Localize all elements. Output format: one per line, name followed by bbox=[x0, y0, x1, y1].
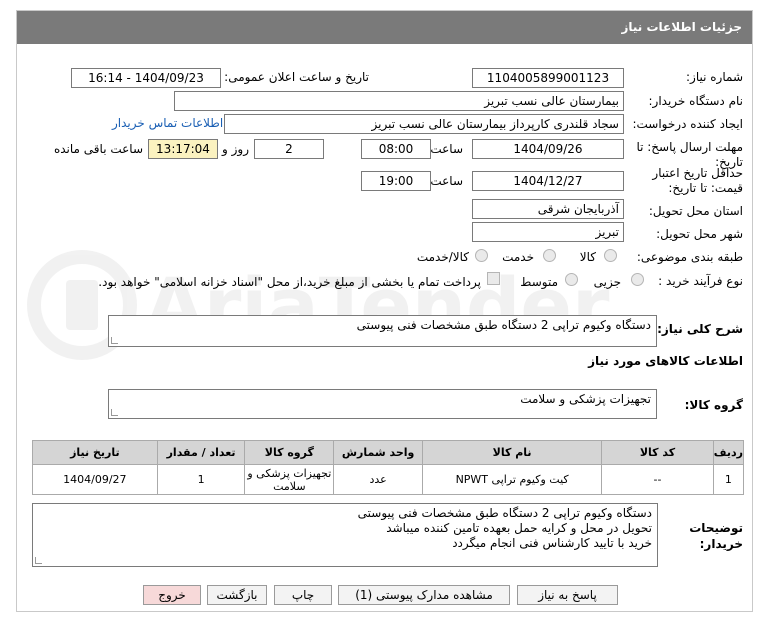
payment-note: پرداخت تمام یا بخشی از مبلغ خرید،از محل … bbox=[98, 275, 481, 289]
resize-handle[interactable] bbox=[111, 409, 118, 416]
col-header-code: کد کالا bbox=[601, 440, 714, 465]
process-option-medium: متوسط bbox=[520, 275, 558, 289]
validity-date-field: 1404/12/27 bbox=[472, 171, 624, 191]
description-textarea[interactable]: دستگاه وکیوم تراپی 2 دستگاه طبق مشخصات ف… bbox=[108, 315, 657, 347]
print-button[interactable]: چاپ bbox=[274, 585, 332, 605]
description-label: شرح کلی نیاز: bbox=[657, 322, 743, 336]
goods-group-text: تجهیزات پزشکی و سلامت bbox=[520, 392, 651, 406]
category-option-goods-service: کالا/خدمت bbox=[416, 250, 469, 264]
announce-label: تاریخ و ساعت اعلان عمومی: bbox=[224, 70, 369, 84]
buyer-notes-line: تحویل در محل و کرایه حمل بعهده تامین کنن… bbox=[386, 521, 652, 535]
buyer-org-label: نام دستگاه خریدار: bbox=[648, 94, 744, 108]
col-header-row: ردیف bbox=[712, 440, 745, 465]
validity-time-label: ساعت bbox=[430, 174, 463, 188]
goods-table: ردیف کد کالا نام کالا واحد شمارش گروه کا… bbox=[32, 440, 745, 495]
buyer-notes-line: دستگاه وکیوم تراپی 2 دستگاه طبق مشخصات ف… bbox=[357, 506, 652, 520]
need-number-field: 1104005899001123 bbox=[472, 68, 624, 88]
province-label: استان محل تحویل: bbox=[648, 204, 743, 218]
city-label: شهر محل تحویل: bbox=[656, 227, 743, 241]
cell-row: 1 bbox=[712, 464, 745, 495]
province-field: آذربایجان شرقی bbox=[472, 199, 624, 219]
cell-date: 1404/09/27 bbox=[32, 464, 158, 495]
category-radio-goods[interactable] bbox=[604, 249, 617, 262]
goods-group-textarea[interactable]: تجهیزات پزشکی و سلامت bbox=[108, 389, 657, 419]
reply-button[interactable]: پاسخ به نیاز bbox=[517, 585, 618, 605]
category-radio-goods-service[interactable] bbox=[475, 249, 488, 262]
category-option-service: خدمت bbox=[502, 250, 534, 264]
validity-label: حداقل تاریخ اعتبار قیمت: تا تاریخ: bbox=[652, 166, 743, 195]
buyer-notes-label: توضیحات خریدار: bbox=[689, 521, 743, 551]
announce-field: 1404/09/23 - 16:14 bbox=[71, 68, 221, 88]
deadline-time-field: 08:00 bbox=[361, 139, 431, 159]
requester-label: ایجاد کننده درخواست: bbox=[632, 117, 743, 131]
table-row: 1 -- کیت وکیوم تراپی NPWT عدد تجهیزات پز… bbox=[32, 464, 745, 495]
days-field: 2 bbox=[254, 139, 324, 159]
process-label: نوع فرآیند خرید : bbox=[658, 274, 743, 288]
back-button[interactable]: بازگشت bbox=[207, 585, 267, 605]
category-radio-service[interactable] bbox=[543, 249, 556, 262]
deadline-date-field: 1404/09/26 bbox=[472, 139, 624, 159]
cell-name: کیت وکیوم تراپی NPWT bbox=[421, 464, 603, 495]
page-title: جزئیات اطلاعات نیاز bbox=[17, 11, 752, 44]
exit-button[interactable]: خروج bbox=[143, 585, 201, 605]
process-option-minor: جزیی bbox=[593, 275, 621, 289]
cell-qty: 1 bbox=[156, 464, 246, 495]
col-header-unit: واحد شمارش bbox=[333, 440, 423, 465]
city-field: تبریز bbox=[472, 222, 624, 242]
buyer-notes-textarea[interactable]: دستگاه وکیوم تراپی 2 دستگاه طبق مشخصات ف… bbox=[32, 503, 658, 567]
process-radio-medium[interactable] bbox=[565, 273, 578, 286]
deadline-time-label: ساعت bbox=[430, 142, 463, 156]
col-header-date: تاریخ نیاز bbox=[32, 440, 158, 465]
goods-group-label: گروه کالا: bbox=[684, 398, 743, 412]
attachments-button[interactable]: مشاهده مدارک پیوستی (1) bbox=[338, 585, 510, 605]
days-label: روز و bbox=[222, 142, 249, 156]
cell-code: -- bbox=[601, 464, 714, 495]
col-header-group: گروه کالا bbox=[244, 440, 335, 465]
buyer-org-field: بیمارستان عالی نسب تبریز bbox=[174, 91, 624, 111]
requester-field: سجاد قلندری کارپرداز بیمارستان عالی نسب … bbox=[224, 114, 624, 134]
col-header-qty: تعداد / مقدار bbox=[156, 440, 246, 465]
resize-handle[interactable] bbox=[35, 557, 42, 564]
cell-unit: عدد bbox=[333, 464, 423, 495]
description-text: دستگاه وکیوم تراپی 2 دستگاه طبق مشخصات ف… bbox=[356, 318, 651, 332]
buyer-contact-link[interactable]: اطلاعات تماس خریدار bbox=[112, 116, 223, 130]
treasury-checkbox[interactable] bbox=[487, 272, 500, 285]
category-option-goods: کالا bbox=[579, 250, 596, 264]
validity-time-field: 19:00 bbox=[361, 171, 431, 191]
cell-group: تجهیزات پزشکی و سلامت bbox=[244, 464, 335, 495]
buyer-notes-line: خرید با تایید کارشناس فنی انجام میگردد bbox=[452, 536, 652, 550]
goods-section-title: اطلاعات کالاهای مورد نیاز bbox=[588, 354, 743, 368]
remaining-time-field: 13:17:04 bbox=[148, 139, 218, 159]
resize-handle[interactable] bbox=[111, 337, 118, 344]
remaining-label: ساعت باقی مانده bbox=[53, 142, 143, 156]
category-label: طبقه بندی موضوعی: bbox=[636, 250, 743, 264]
col-header-name: نام کالا bbox=[421, 440, 603, 465]
process-radio-minor[interactable] bbox=[631, 273, 644, 286]
need-number-label: شماره نیاز: bbox=[686, 70, 743, 84]
